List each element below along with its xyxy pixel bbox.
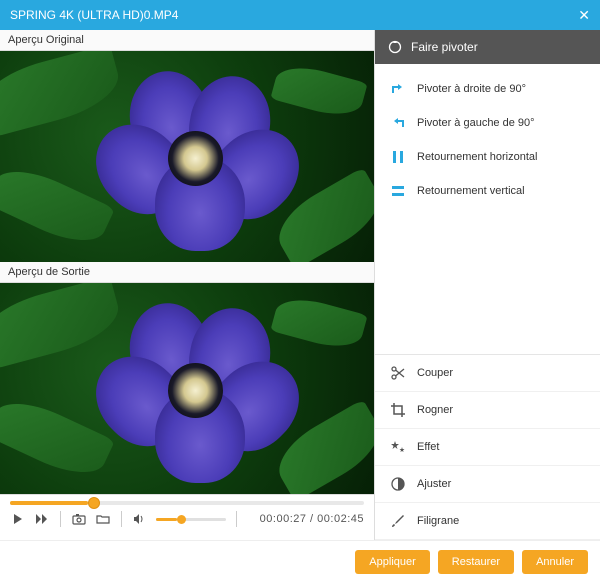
divider: [60, 511, 61, 527]
tool-list: Couper Rogner Effet Ajuster: [375, 354, 600, 540]
flip-vertical-option[interactable]: Retournement vertical: [375, 174, 600, 208]
apply-button[interactable]: Appliquer: [355, 550, 429, 574]
flip-horizontal-icon: [389, 148, 407, 166]
adjust-tool[interactable]: Ajuster: [375, 466, 600, 503]
stars-icon: [389, 438, 407, 456]
original-preview: [0, 51, 374, 262]
total-time: 00:02:45: [317, 513, 364, 525]
rotate-right-option[interactable]: Pivoter à droite de 90°: [375, 72, 600, 106]
rotate-left-option[interactable]: Pivoter à gauche de 90°: [375, 106, 600, 140]
original-preview-label: Aperçu Original: [0, 30, 374, 51]
output-preview: [0, 283, 374, 494]
footer: Appliquer Restaurer Annuler: [0, 540, 600, 582]
time-display: 00:00:27 / 00:02:45: [260, 513, 364, 525]
cut-tool[interactable]: Couper: [375, 355, 600, 392]
rotate-right-icon: [389, 80, 407, 98]
titlebar: SPRING 4K (ULTRA HD)0.MP4 ✕: [0, 0, 600, 30]
playback-controls: 00:00:27 / 00:02:45: [0, 494, 374, 540]
rotate-title: Faire pivoter: [411, 40, 478, 54]
volume-icon[interactable]: [132, 511, 148, 527]
output-preview-label: Aperçu de Sortie: [0, 262, 374, 283]
watermark-tool[interactable]: Filigrane: [375, 503, 600, 540]
main-area: Aperçu Original Aperçu de Sortie: [0, 30, 600, 540]
file-title: SPRING 4K (ULTRA HD)0.MP4: [10, 8, 178, 22]
sidebar-spacer: [375, 216, 600, 354]
rotate-icon: [387, 39, 403, 55]
adjust-icon: [389, 475, 407, 493]
rotate-left-icon: [389, 114, 407, 132]
snapshot-icon[interactable]: [71, 511, 87, 527]
flip-vertical-icon: [389, 182, 407, 200]
current-time: 00:00:27: [260, 513, 307, 525]
restore-button[interactable]: Restaurer: [438, 550, 514, 574]
flip-horizontal-option[interactable]: Retournement horizontal: [375, 140, 600, 174]
sidebar: Faire pivoter Pivoter à droite de 90° Pi…: [375, 30, 600, 540]
effect-tool[interactable]: Effet: [375, 429, 600, 466]
divider: [236, 511, 237, 527]
brush-icon: [389, 512, 407, 530]
crop-tool[interactable]: Rogner: [375, 392, 600, 429]
fast-forward-icon[interactable]: [34, 511, 50, 527]
folder-icon[interactable]: [95, 511, 111, 527]
progress-slider[interactable]: [10, 501, 364, 505]
close-icon[interactable]: ✕: [578, 7, 590, 24]
volume-slider[interactable]: [156, 518, 226, 521]
rotate-header[interactable]: Faire pivoter: [375, 30, 600, 64]
rotate-options: Pivoter à droite de 90° Pivoter à gauche…: [375, 64, 600, 216]
play-icon[interactable]: [10, 511, 26, 527]
cancel-button[interactable]: Annuler: [522, 550, 588, 574]
preview-column: Aperçu Original Aperçu de Sortie: [0, 30, 375, 540]
scissors-icon: [389, 364, 407, 382]
crop-icon: [389, 401, 407, 419]
divider: [121, 511, 122, 527]
